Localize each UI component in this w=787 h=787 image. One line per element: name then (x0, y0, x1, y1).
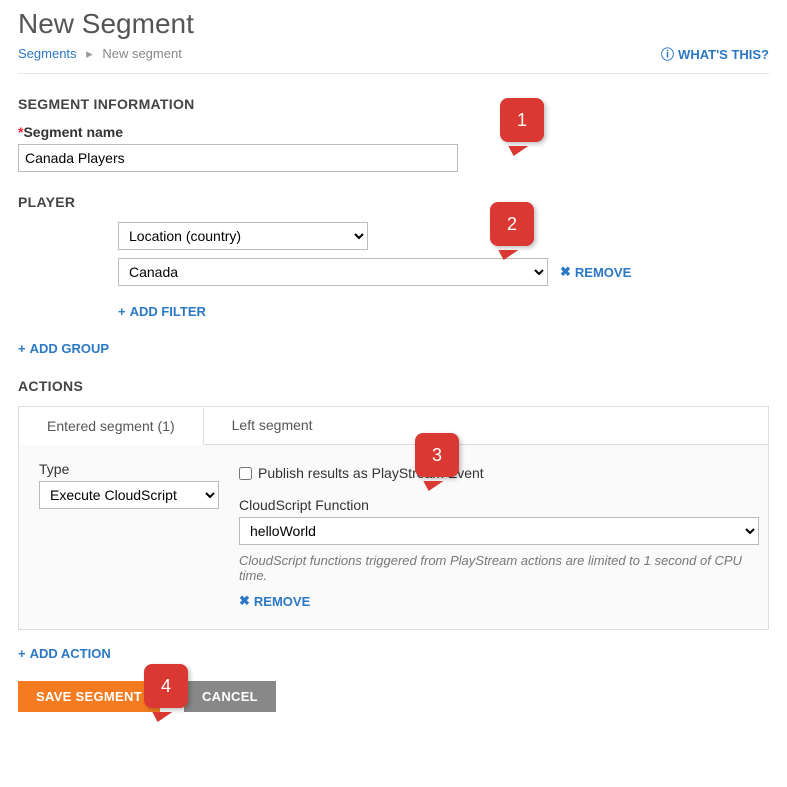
callout-4: 4 (144, 664, 188, 708)
add-group-button[interactable]: + ADD GROUP (18, 341, 109, 356)
close-icon: ✖ (239, 593, 250, 609)
chevron-right-icon: ▸ (86, 46, 93, 61)
cloudscript-function-label: CloudScript Function (239, 497, 759, 513)
tab-left-segment[interactable]: Left segment (204, 407, 341, 444)
segment-name-input[interactable] (18, 144, 458, 172)
action-type-select[interactable]: Execute CloudScript (39, 481, 219, 509)
filter-type-select[interactable]: Location (country) (118, 222, 368, 250)
plus-icon: + (118, 304, 126, 319)
type-label: Type (39, 461, 219, 477)
callout-2: 2 (490, 202, 534, 246)
callout-3: 3 (415, 433, 459, 477)
callout-1: 1 (500, 98, 544, 142)
actions-panel: Type Execute CloudScript Publish results… (18, 444, 769, 630)
breadcrumb-current: New segment (102, 46, 181, 61)
actions-tabs: Entered segment (1) Left segment (18, 406, 769, 444)
actions-header: ACTIONS (18, 378, 769, 394)
remove-action-button[interactable]: ✖ REMOVE (239, 593, 310, 609)
breadcrumb: Segments ▸ New segment (18, 46, 182, 62)
add-action-button[interactable]: + ADD ACTION (18, 646, 111, 661)
whats-this-link[interactable]: ⓘWHAT'S THIS? (661, 44, 769, 63)
cloudscript-function-select[interactable]: helloWorld (239, 517, 759, 545)
filter-value-select[interactable]: Canada (118, 258, 548, 286)
segment-info-header: SEGMENT INFORMATION (18, 96, 769, 112)
page-title: New Segment (18, 8, 769, 40)
remove-filter-button[interactable]: ✖ REMOVE (560, 264, 631, 280)
plus-icon: + (18, 646, 26, 661)
publish-results-checkbox[interactable] (239, 467, 252, 480)
segment-name-label: *Segment name (18, 124, 769, 140)
info-icon: ⓘ (661, 47, 674, 62)
cancel-button[interactable]: CANCEL (184, 681, 276, 712)
breadcrumb-segments-link[interactable]: Segments (18, 46, 77, 61)
add-filter-button[interactable]: + ADD FILTER (118, 304, 206, 319)
cloudscript-note: CloudScript functions triggered from Pla… (239, 553, 759, 583)
save-segment-button[interactable]: SAVE SEGMENT (18, 681, 160, 712)
player-header: PLAYER (18, 194, 769, 210)
tab-entered-segment[interactable]: Entered segment (1) (19, 408, 204, 445)
plus-icon: + (18, 341, 26, 356)
close-icon: ✖ (560, 264, 571, 280)
